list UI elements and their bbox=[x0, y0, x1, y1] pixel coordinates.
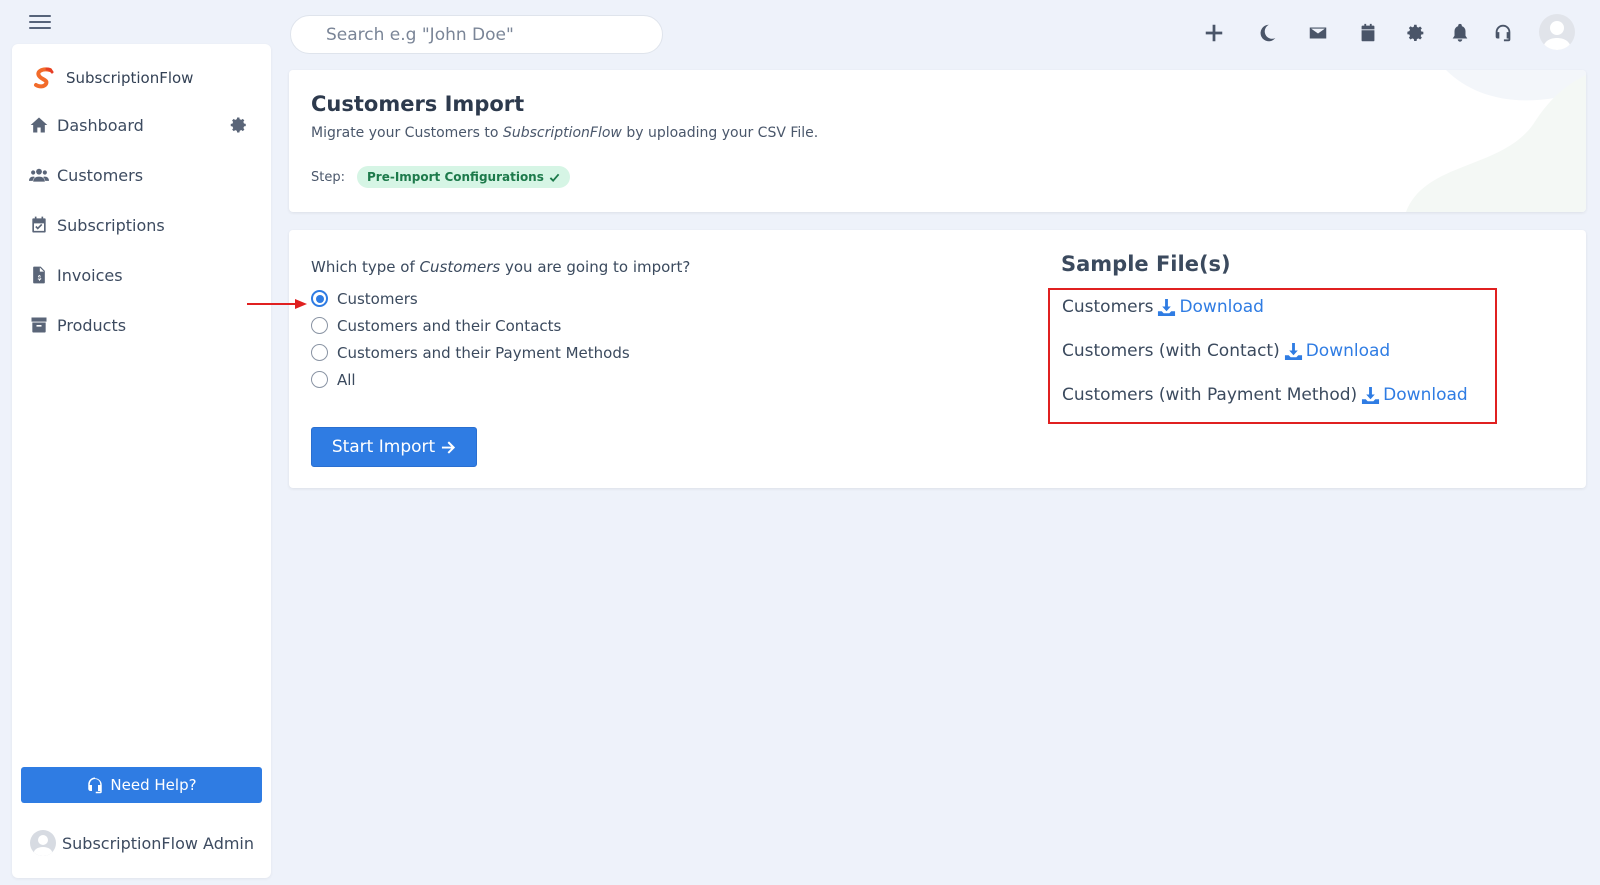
option-all[interactable]: All bbox=[311, 366, 630, 393]
sidebar-item-subscriptions[interactable]: Subscriptions bbox=[29, 210, 254, 240]
radio-all[interactable] bbox=[311, 371, 328, 388]
subscriptionflow-logo-icon bbox=[34, 67, 54, 89]
option-customers[interactable]: Customers bbox=[311, 285, 630, 312]
mail-icon[interactable] bbox=[1307, 22, 1329, 44]
sidebar-item-label: Products bbox=[57, 315, 127, 335]
download-icon bbox=[1284, 342, 1302, 360]
users-icon bbox=[29, 168, 49, 182]
avatar bbox=[30, 830, 56, 856]
sample-file-customers: Customers Download bbox=[1062, 297, 1264, 317]
status-badge: Pre-Import Configurations bbox=[356, 166, 570, 188]
page-title: Customers Import bbox=[311, 92, 525, 116]
import-type-question: Which type of Customers you are going to… bbox=[311, 258, 691, 276]
calendar-check-icon bbox=[32, 216, 46, 233]
import-type-options: Customers Customers and their Contacts C… bbox=[311, 285, 630, 393]
start-import-button[interactable]: Start Import bbox=[311, 427, 477, 467]
admin-name: SubscriptionFlow Admin bbox=[62, 833, 255, 853]
bell-icon[interactable] bbox=[1449, 22, 1471, 44]
sidebar-item-products[interactable]: Products bbox=[29, 310, 254, 340]
menu-toggle-icon[interactable] bbox=[29, 15, 51, 31]
archive-icon bbox=[31, 317, 47, 333]
radio-customers-payment-methods[interactable] bbox=[311, 344, 328, 361]
sidebar-item-label: Dashboard bbox=[57, 115, 144, 135]
brand-name: SubscriptionFlow bbox=[66, 69, 194, 87]
sample-files-highlight: Customers Download Customers (with Conta… bbox=[1048, 288, 1497, 424]
sidebar: SubscriptionFlow Dashboard Customers Sub… bbox=[12, 44, 271, 878]
sidebar-item-dashboard[interactable]: Dashboard bbox=[29, 110, 254, 140]
user-avatar[interactable] bbox=[1539, 14, 1575, 50]
sample-file-customers-payment-method: Customers (with Payment Method) Download bbox=[1062, 385, 1468, 405]
sample-file-customers-contact: Customers (with Contact) Download bbox=[1062, 341, 1391, 361]
sidebar-nav: Dashboard Customers Subscriptions Invoic… bbox=[29, 110, 254, 360]
sidebar-item-invoices[interactable]: Invoices bbox=[29, 260, 254, 290]
radio-customers[interactable] bbox=[311, 290, 328, 307]
download-icon bbox=[1362, 386, 1380, 404]
support-headset-icon[interactable] bbox=[1492, 22, 1514, 44]
import-options-card: Which type of Customers you are going to… bbox=[289, 230, 1586, 488]
moon-icon[interactable] bbox=[1257, 22, 1279, 44]
arrow-right-icon bbox=[442, 440, 456, 454]
option-customers-contacts[interactable]: Customers and their Contacts bbox=[311, 312, 630, 339]
import-header-card: Customers Import Migrate your Customers … bbox=[289, 70, 1586, 212]
download-icon bbox=[1158, 298, 1176, 316]
search-input[interactable] bbox=[290, 15, 663, 54]
annotation-arrow-icon bbox=[247, 299, 307, 309]
step-indicator: Step: Pre-Import Configurations bbox=[311, 166, 570, 188]
decorative-wave bbox=[1406, 70, 1586, 212]
admin-profile[interactable]: SubscriptionFlow Admin bbox=[30, 830, 254, 856]
dashboard-settings-gear-icon[interactable] bbox=[230, 116, 248, 134]
home-icon bbox=[30, 117, 48, 133]
sidebar-item-label: Customers bbox=[57, 165, 144, 185]
sidebar-item-label: Invoices bbox=[57, 265, 123, 285]
brand[interactable]: SubscriptionFlow bbox=[32, 66, 193, 90]
page-subtitle: Migrate your Customers to SubscriptionFl… bbox=[311, 125, 819, 141]
sample-files-title: Sample File(s) bbox=[1061, 252, 1231, 276]
check-icon bbox=[549, 173, 560, 182]
option-customers-payment-methods[interactable]: Customers and their Payment Methods bbox=[311, 339, 630, 366]
download-customers-link[interactable]: Download bbox=[1157, 297, 1264, 317]
need-help-button[interactable]: Need Help? bbox=[21, 767, 262, 803]
headset-icon bbox=[88, 777, 103, 794]
gear-icon[interactable] bbox=[1405, 22, 1427, 44]
radio-customers-contacts[interactable] bbox=[311, 317, 328, 334]
sidebar-item-customers[interactable]: Customers bbox=[29, 160, 254, 190]
download-customers-contact-link[interactable]: Download bbox=[1284, 341, 1390, 361]
calendar-icon[interactable] bbox=[1357, 22, 1379, 44]
need-help-label: Need Help? bbox=[110, 776, 197, 794]
download-customers-payment-method-link[interactable]: Download bbox=[1361, 385, 1468, 405]
sidebar-item-label: Subscriptions bbox=[57, 215, 165, 235]
plus-icon[interactable] bbox=[1203, 22, 1225, 44]
step-label: Step: bbox=[311, 169, 345, 185]
invoice-icon bbox=[33, 266, 45, 284]
